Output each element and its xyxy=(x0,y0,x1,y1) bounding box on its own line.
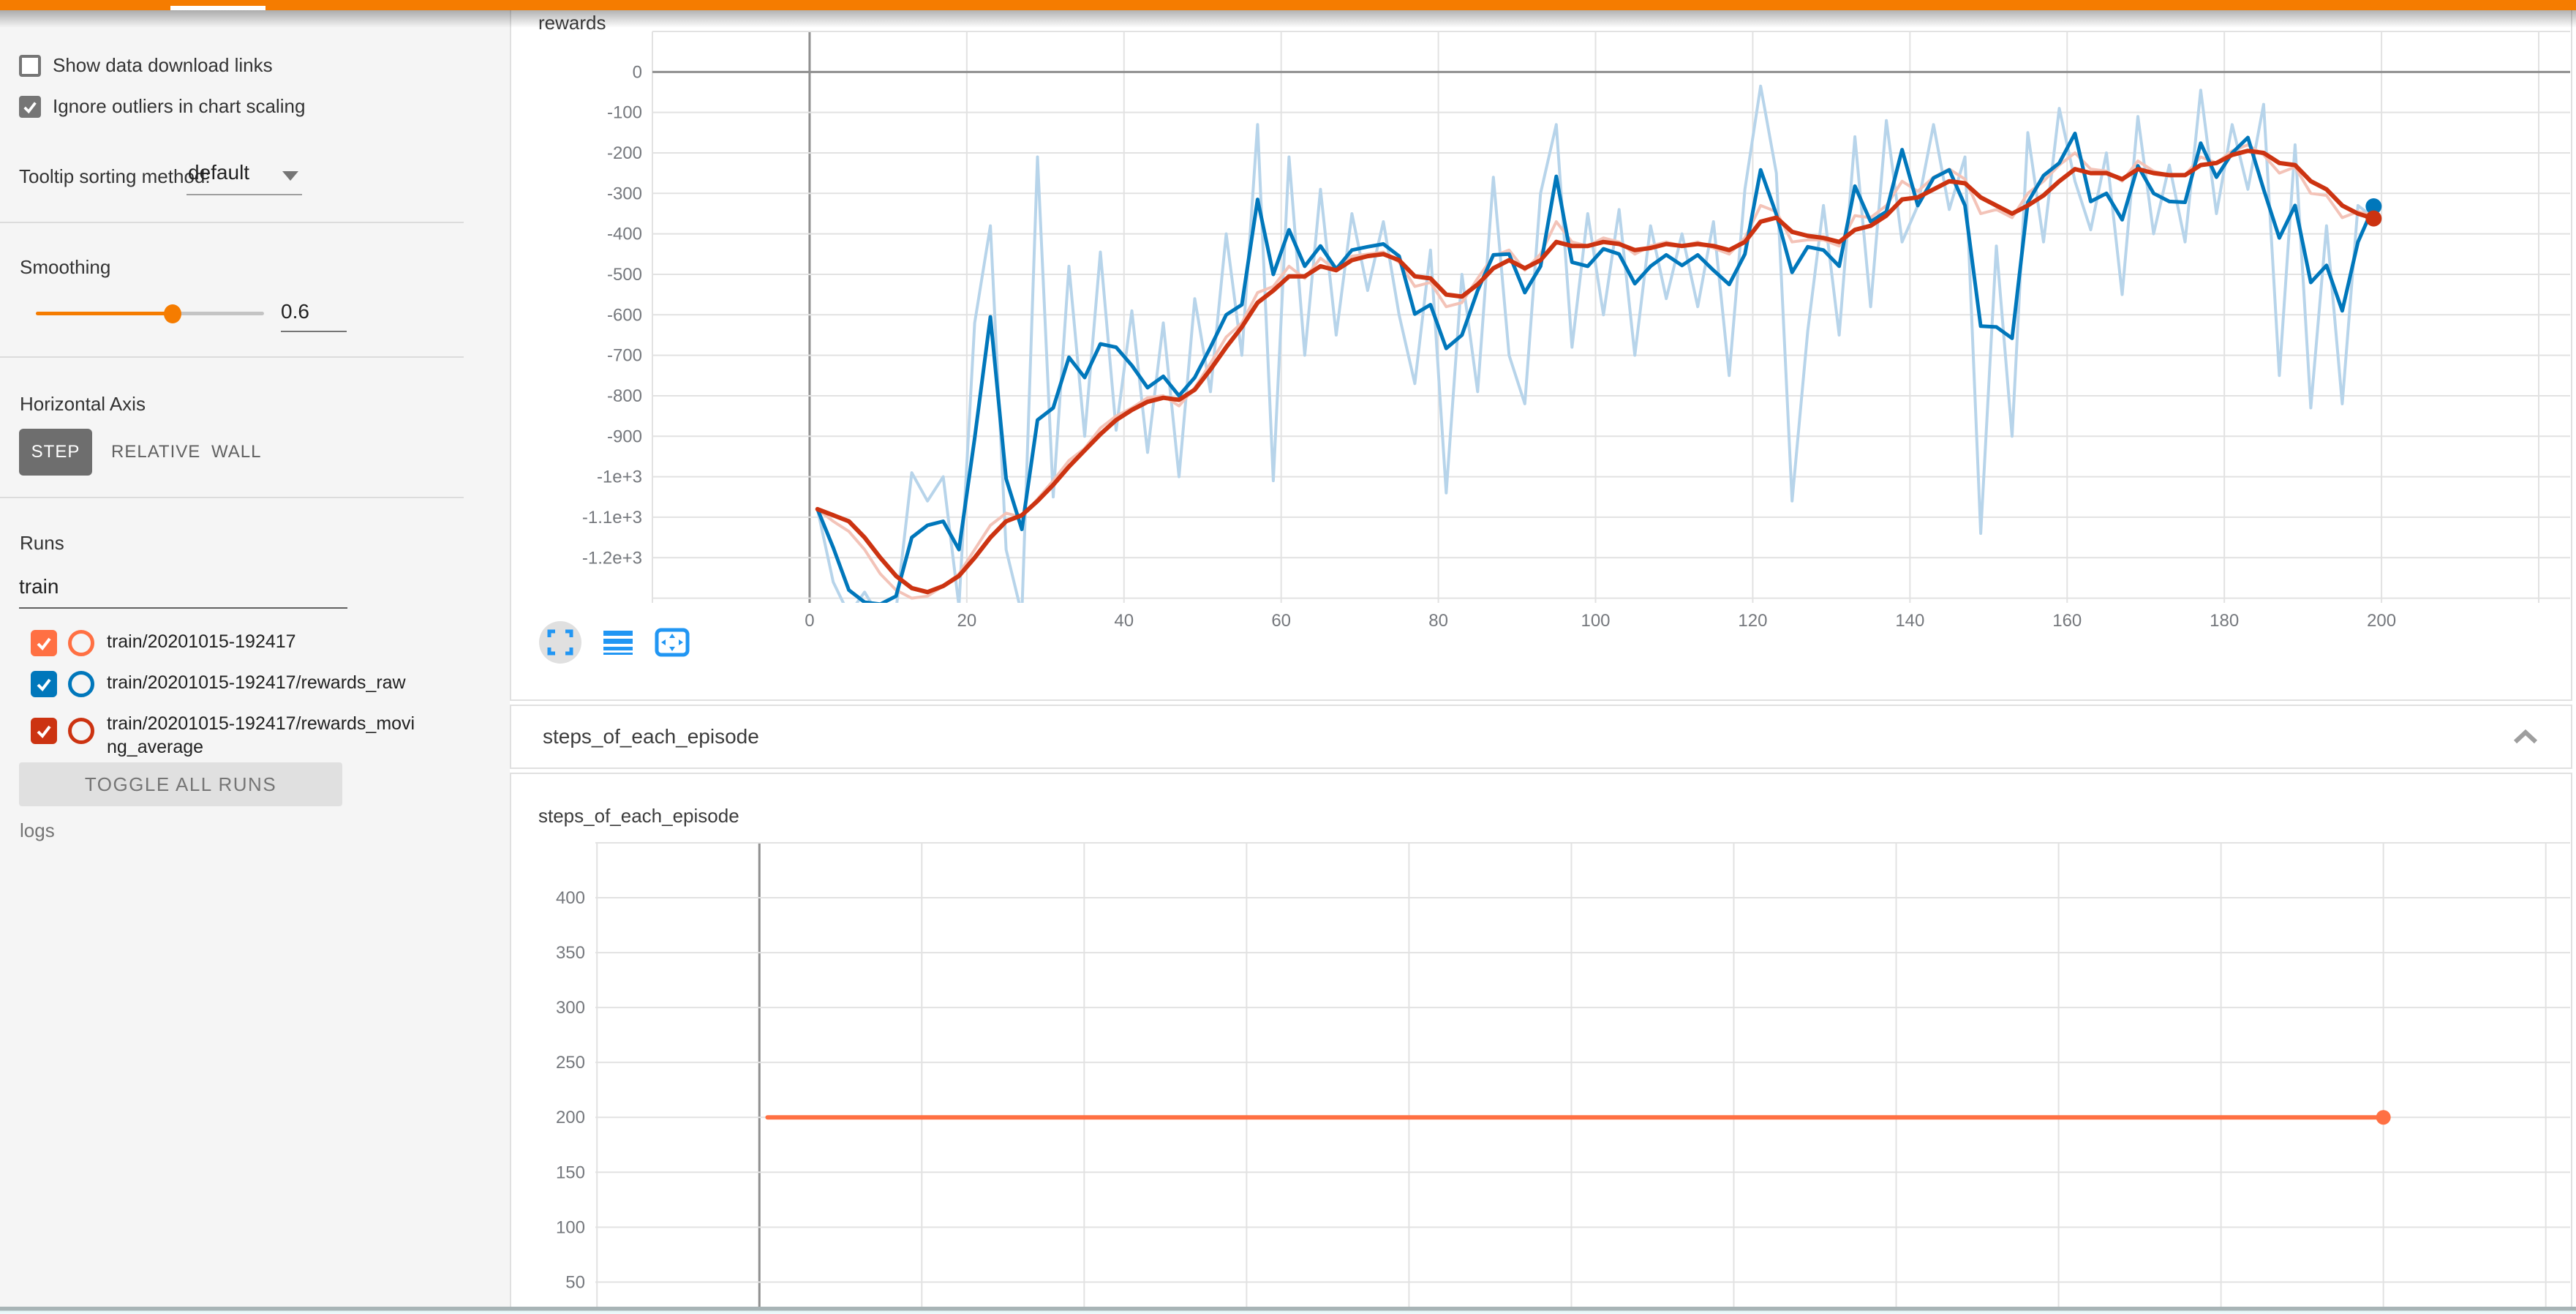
run-color-ring xyxy=(68,630,94,656)
svg-text:350: 350 xyxy=(556,943,585,963)
run-color-ring xyxy=(68,718,94,744)
runs-label: Runs xyxy=(20,532,64,555)
fullscreen-icon xyxy=(547,629,573,656)
chevron-up-icon[interactable] xyxy=(2512,728,2539,746)
checkmark-icon xyxy=(34,675,53,694)
tick-labels: 0 20 40 60 80 100 120 140 160 180 200 0 -100 -200 -300… xyxy=(582,62,2396,631)
fit-data-icon xyxy=(655,628,690,657)
svg-text:60: 60 xyxy=(1271,611,1291,631)
svg-text:200: 200 xyxy=(556,1108,585,1127)
run-checkbox[interactable] xyxy=(31,671,57,697)
run-row[interactable]: train/20201015-192417 xyxy=(31,630,421,656)
svg-text:400: 400 xyxy=(556,888,585,908)
run-label: train/20201015-192417/rewards_raw xyxy=(107,671,421,694)
svg-text:-1e+3: -1e+3 xyxy=(597,468,642,487)
show-download-links-label: Show data download links xyxy=(53,54,273,77)
svg-text:-500: -500 xyxy=(607,265,642,285)
runs-filter-underline xyxy=(19,607,347,609)
run-checkbox[interactable] xyxy=(31,630,57,656)
svg-text:250: 250 xyxy=(556,1053,585,1073)
axis-wall-button[interactable]: WALL xyxy=(211,429,261,476)
svg-text:-100: -100 xyxy=(607,103,642,123)
checkmark-icon xyxy=(34,634,53,653)
run-row[interactable]: train/20201015-192417/rewards_moving_ave… xyxy=(31,712,421,759)
horizontal-axis-label: Horizontal Axis xyxy=(20,393,146,416)
tooltip-sorting-label: Tooltip sorting method: xyxy=(19,165,211,188)
run-row[interactable]: train/20201015-192417/rewards_raw xyxy=(31,671,421,697)
svg-text:-1.1e+3: -1.1e+3 xyxy=(582,508,642,528)
active-tab-indicator xyxy=(170,6,265,10)
checkmark-icon xyxy=(34,721,53,740)
app-header-bar xyxy=(0,0,2576,10)
tooltip-sorting-dropdown[interactable]: default xyxy=(188,161,249,184)
data-table-button[interactable] xyxy=(603,629,633,656)
run-color-ring xyxy=(68,671,94,697)
checkmark-icon xyxy=(22,98,38,116)
svg-text:300: 300 xyxy=(556,998,585,1018)
horizontal-scrollbar[interactable] xyxy=(0,1307,2576,1314)
dropdown-underline xyxy=(187,194,302,195)
tensorboard-screen: { "header": { "accent_color": "#f57c00",… xyxy=(0,0,2576,1314)
smoothing-value-input[interactable]: 0.6 xyxy=(281,300,347,323)
run-label: train/20201015-192417/rewards_moving_ave… xyxy=(107,712,421,759)
runs-filter-input[interactable]: train xyxy=(19,575,59,598)
run-checkbox[interactable] xyxy=(31,718,57,744)
svg-text:0: 0 xyxy=(633,62,642,82)
fit-data-button[interactable] xyxy=(655,628,690,657)
svg-text:80: 80 xyxy=(1428,611,1448,631)
settings-sidebar: Show data download links Ignore outliers… xyxy=(0,10,510,1314)
svg-text:200: 200 xyxy=(2367,611,2396,631)
svg-text:-300: -300 xyxy=(607,184,642,203)
section-title: steps_of_each_episode xyxy=(543,725,759,748)
rewards-chart[interactable]: 0 20 40 60 80 100 120 140 160 180 200 0 -100 -200 -300… xyxy=(511,0,2574,691)
chart-toolbar xyxy=(539,620,690,664)
axis-relative-button[interactable]: RELATIVE xyxy=(111,429,200,476)
rewards-card: rewards 0204060801001201401601802000-100… xyxy=(510,0,2572,701)
svg-text:-900: -900 xyxy=(607,427,642,446)
toggle-all-runs-button[interactable]: TOGGLE ALL RUNS xyxy=(19,762,342,806)
dropdown-arrow-icon[interactable] xyxy=(282,171,298,181)
svg-text:50: 50 xyxy=(565,1272,585,1292)
main-content: rewards 0204060801001201401601802000-100… xyxy=(510,0,2576,1314)
smoothing-label: Smoothing xyxy=(20,256,110,279)
ignore-outliers-checkbox[interactable] xyxy=(19,96,41,118)
steps-card: steps_of_each_episode 400350300250200150… xyxy=(510,773,2572,1314)
svg-text:-1.2e+3: -1.2e+3 xyxy=(582,548,642,568)
smoothing-value-underline xyxy=(281,331,347,332)
svg-text:140: 140 xyxy=(1895,611,1924,631)
svg-text:160: 160 xyxy=(2052,611,2082,631)
svg-text:120: 120 xyxy=(1738,611,1767,631)
smoothing-slider-thumb[interactable] xyxy=(164,304,181,323)
logs-label: logs xyxy=(20,819,55,842)
svg-text:-400: -400 xyxy=(607,225,642,244)
ignore-outliers-row[interactable]: Ignore outliers in chart scaling xyxy=(19,95,305,118)
svg-text:20: 20 xyxy=(957,611,976,631)
divider xyxy=(0,497,464,498)
svg-text:100: 100 xyxy=(1581,611,1610,631)
svg-text:100: 100 xyxy=(556,1217,585,1237)
divider xyxy=(0,356,464,358)
svg-text:-700: -700 xyxy=(607,346,642,366)
svg-text:-800: -800 xyxy=(607,386,642,406)
show-download-links-row[interactable]: Show data download links xyxy=(19,54,273,77)
data-table-icon xyxy=(603,629,633,656)
tick-labels: 400 350 300 250 200 150 100 50 xyxy=(556,888,585,1292)
svg-text:-200: -200 xyxy=(607,143,642,163)
divider xyxy=(0,222,464,223)
smoothing-slider[interactable] xyxy=(36,312,264,315)
svg-text:-600: -600 xyxy=(607,305,642,325)
svg-text:180: 180 xyxy=(2210,611,2239,631)
run-label: train/20201015-192417 xyxy=(107,630,421,653)
smoothing-slider-fill xyxy=(36,312,173,315)
gridlines xyxy=(595,843,2570,1314)
axis-step-button[interactable]: STEP xyxy=(19,429,92,476)
svg-text:0: 0 xyxy=(805,611,814,631)
svg-text:150: 150 xyxy=(556,1163,585,1182)
section-header-steps[interactable]: steps_of_each_episode xyxy=(510,705,2572,769)
show-download-links-checkbox[interactable] xyxy=(19,55,41,77)
ignore-outliers-label: Ignore outliers in chart scaling xyxy=(53,95,305,118)
steps-chart[interactable]: 400 350 300 250 200 150 100 50 xyxy=(511,774,2574,1314)
fullscreen-button[interactable] xyxy=(539,621,581,664)
svg-text:40: 40 xyxy=(1114,611,1134,631)
